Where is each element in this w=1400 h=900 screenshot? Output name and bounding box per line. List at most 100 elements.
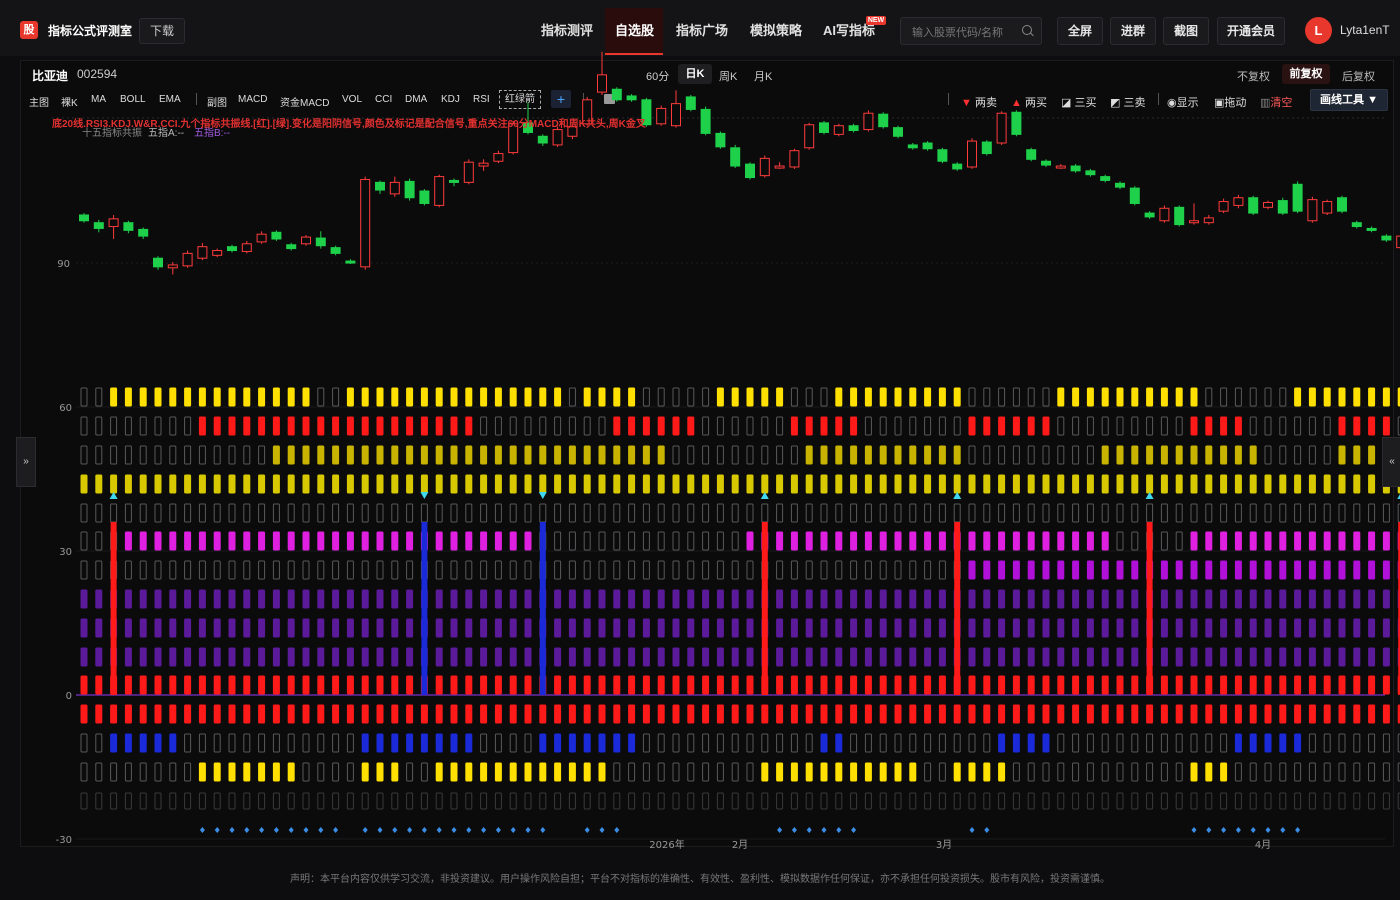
signal-bar xyxy=(583,675,591,695)
signal-bar xyxy=(1294,675,1302,695)
signal-bar xyxy=(568,589,576,609)
signal-bar xyxy=(317,503,325,523)
signal-bar xyxy=(1264,416,1272,436)
signal-bar xyxy=(628,531,636,551)
signal-bar xyxy=(1057,531,1065,551)
expand-right-button[interactable]: « xyxy=(1382,437,1400,487)
signal-bar xyxy=(1072,792,1080,810)
signal-bar xyxy=(731,474,739,494)
signal-bar xyxy=(272,675,280,695)
signal-bar xyxy=(672,474,680,494)
signal-bar xyxy=(998,647,1006,667)
signal-bar xyxy=(406,647,414,667)
signal-bar xyxy=(731,416,739,436)
signal-bar xyxy=(805,531,813,551)
signal-bar xyxy=(835,589,843,609)
signal-bar xyxy=(687,733,695,753)
signal-bar xyxy=(361,647,369,667)
signal-bar xyxy=(864,589,872,609)
signal-bar xyxy=(317,531,325,551)
signal-bar xyxy=(332,560,340,580)
signal-bar xyxy=(731,792,739,810)
signal-bar xyxy=(139,387,147,407)
signal-bar xyxy=(731,704,739,724)
signal-bar xyxy=(583,445,591,465)
signal-bar xyxy=(332,531,340,551)
signal-bar xyxy=(169,675,177,695)
signal-bar xyxy=(494,675,502,695)
signal-bar xyxy=(1338,762,1346,782)
signal-bar xyxy=(391,618,399,638)
signal-bar xyxy=(95,762,103,782)
signal-bar xyxy=(835,792,843,810)
signal-bar xyxy=(258,647,266,667)
signal-bar xyxy=(1205,647,1213,667)
signal-bar xyxy=(1264,792,1272,810)
signal-bar xyxy=(243,704,251,724)
signal-bar xyxy=(746,618,754,638)
signal-bar xyxy=(776,560,784,580)
signal-bar xyxy=(1279,416,1287,436)
signal-bar xyxy=(1101,792,1109,810)
signal-bar xyxy=(1264,762,1272,782)
signal-bar xyxy=(953,445,961,465)
signal-bar xyxy=(169,704,177,724)
signal-bar xyxy=(761,387,769,407)
signal-bar xyxy=(1042,474,1050,494)
signal-bar xyxy=(790,416,798,436)
signal-bar xyxy=(450,387,458,407)
legend-five-b: 五指B:-- xyxy=(194,128,231,139)
signal-bar xyxy=(139,589,147,609)
signal-bar xyxy=(1012,445,1020,465)
signal-bar xyxy=(850,474,858,494)
signal-bar xyxy=(1042,560,1050,580)
signal-bar xyxy=(435,733,443,753)
signal-bar xyxy=(198,792,206,810)
signal-bar xyxy=(95,560,103,580)
signal-bar xyxy=(184,445,192,465)
signal-bar xyxy=(583,560,591,580)
signal-bar xyxy=(272,531,280,551)
signal-bar xyxy=(776,675,784,695)
signal-bar xyxy=(1012,560,1020,580)
signal-bar xyxy=(1086,531,1094,551)
signal-bar xyxy=(583,733,591,753)
signal-diamond-icon xyxy=(451,827,457,833)
signal-bar xyxy=(124,675,132,695)
signal-bar xyxy=(879,733,887,753)
signal-bar xyxy=(657,416,665,436)
signal-bar xyxy=(450,474,458,494)
signal-bar xyxy=(287,589,295,609)
signal-bar xyxy=(243,531,251,551)
signal-bar xyxy=(554,503,562,523)
signal-bar xyxy=(613,474,621,494)
candle-body xyxy=(804,124,815,149)
signal-bar xyxy=(1368,474,1376,494)
signal-bar xyxy=(628,762,636,782)
signal-bar xyxy=(302,618,310,638)
signal-bar xyxy=(657,618,665,638)
candle-body xyxy=(789,150,800,168)
signal-bar xyxy=(894,531,902,551)
signal-bar xyxy=(672,618,680,638)
signal-bar xyxy=(1249,647,1257,667)
signal-bar xyxy=(820,474,828,494)
signal-bar xyxy=(154,531,162,551)
signal-bar xyxy=(1294,647,1302,667)
signal-bar xyxy=(835,503,843,523)
signal-bar xyxy=(835,531,843,551)
signal-bar xyxy=(110,387,118,407)
expand-left-button[interactable]: » xyxy=(16,437,36,487)
signal-bar xyxy=(746,531,754,551)
signal-bar xyxy=(598,762,606,782)
signal-diamond-icon xyxy=(1191,827,1197,833)
signal-bar xyxy=(716,762,724,782)
signal-bar xyxy=(598,416,606,436)
signal-bar xyxy=(1294,474,1302,494)
candle-body xyxy=(108,218,119,228)
candle-body xyxy=(301,236,311,245)
signal-bar xyxy=(198,445,206,465)
candle-body xyxy=(1026,149,1037,160)
signal-bar xyxy=(864,675,872,695)
candle-body xyxy=(1070,165,1081,172)
